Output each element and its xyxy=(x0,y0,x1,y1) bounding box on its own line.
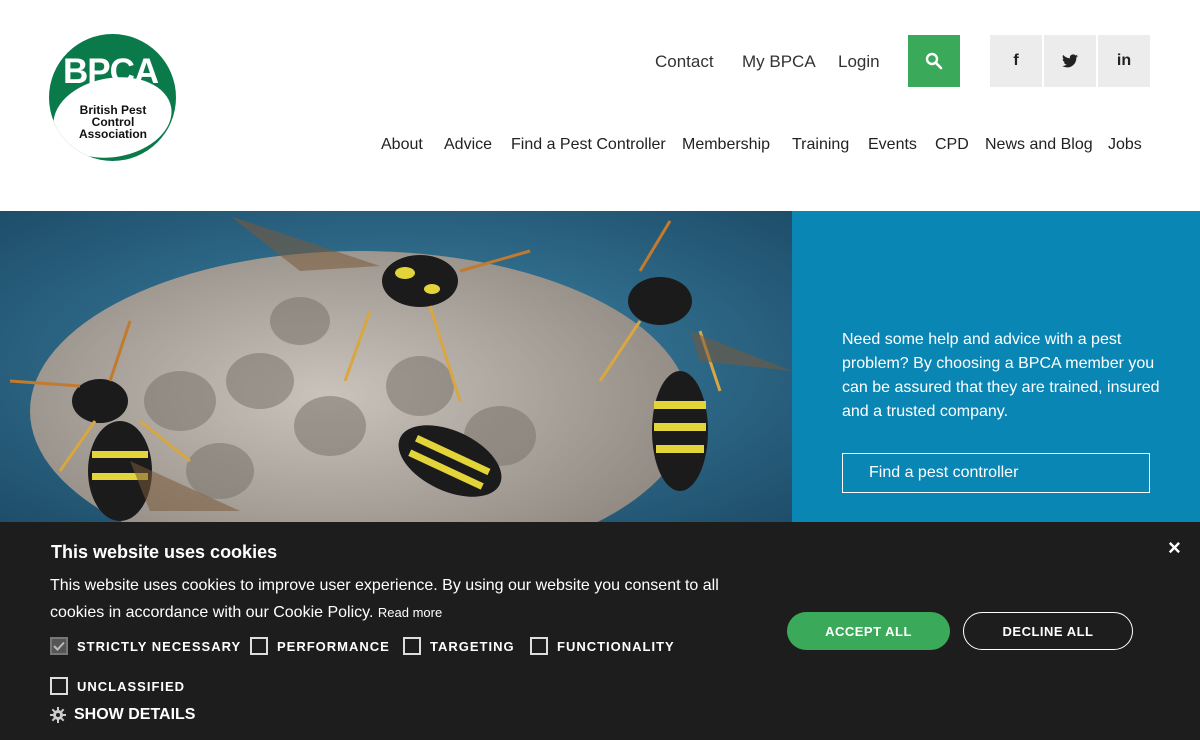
decline-all-button[interactable]: DECLINE ALL xyxy=(963,612,1133,650)
checkbox-targeting[interactable]: TARGETING xyxy=(403,637,515,655)
checkbox-box[interactable] xyxy=(530,637,548,655)
login-link[interactable]: Login xyxy=(838,52,880,72)
nav-training[interactable]: Training xyxy=(792,136,849,154)
twitter-icon xyxy=(1062,54,1078,68)
checkbox-box[interactable] xyxy=(50,677,68,695)
nav-events[interactable]: Events xyxy=(868,136,917,154)
close-icon[interactable]: × xyxy=(1168,535,1181,561)
checkbox-unclassified[interactable]: UNCLASSIFIED xyxy=(50,677,185,695)
checkbox-functionality[interactable]: FUNCTIONALITY xyxy=(530,637,675,655)
find-pest-controller-button[interactable]: Find a pest controller xyxy=(842,453,1150,493)
checkbox-label: STRICTLY NECESSARY xyxy=(77,638,242,654)
accept-all-button[interactable]: ACCEPT ALL xyxy=(787,612,950,650)
cookie-banner: This website uses cookies × This website… xyxy=(0,522,1200,740)
nav-about[interactable]: About xyxy=(381,136,423,154)
linkedin-button[interactable]: in xyxy=(1098,35,1150,87)
checkbox-box[interactable] xyxy=(250,637,268,655)
checkbox-label: FUNCTIONALITY xyxy=(557,638,675,654)
checkbox-label: PERFORMANCE xyxy=(277,638,390,654)
read-more-link[interactable]: Read more xyxy=(378,605,442,620)
nav-jobs[interactable]: Jobs xyxy=(1108,136,1142,154)
logo-subtitle: British Pest Control Association xyxy=(63,104,163,140)
facebook-icon: f xyxy=(1013,52,1019,69)
nav-advice[interactable]: Advice xyxy=(444,136,492,154)
bpca-logo[interactable]: BPCA British Pest Control Association xyxy=(49,34,176,161)
checkbox-performance[interactable]: PERFORMANCE xyxy=(250,637,390,655)
nav-cpd[interactable]: CPD xyxy=(935,136,969,154)
checkbox-label: UNCLASSIFIED xyxy=(77,678,186,694)
my-bpca-link[interactable]: My BPCA xyxy=(742,52,816,72)
logo-wordmark: BPCA xyxy=(63,52,159,91)
hero-text: Need some help and advice with a pest pr… xyxy=(842,331,1160,420)
checkbox-label: TARGETING xyxy=(430,638,515,654)
logo-line-3: Association xyxy=(78,127,147,141)
search-button[interactable] xyxy=(908,35,960,87)
cookie-description: This website uses cookies to improve use… xyxy=(50,572,770,626)
nav-news-and-blog[interactable]: News and Blog xyxy=(985,136,1093,154)
nav-membership[interactable]: Membership xyxy=(682,136,770,154)
search-icon xyxy=(925,52,943,70)
linkedin-icon: in xyxy=(1116,52,1132,69)
site-header: BPCA British Pest Control Association Co… xyxy=(0,0,1200,211)
contact-link[interactable]: Contact xyxy=(655,52,714,72)
wasp-nest-illustration xyxy=(0,211,792,522)
facebook-button[interactable]: f xyxy=(990,35,1042,87)
twitter-button[interactable] xyxy=(1044,35,1096,87)
show-details-label: SHOW DETAILS xyxy=(74,706,196,723)
gear-icon xyxy=(50,707,66,723)
hero-wasp-image xyxy=(0,211,792,522)
cookie-title: This website uses cookies xyxy=(51,542,278,562)
hero-promo-panel: Need some help and advice with a pest pr… xyxy=(792,211,1200,522)
checkmark-icon xyxy=(53,641,65,651)
checkbox-box[interactable] xyxy=(403,637,421,655)
checkbox-strictly-necessary[interactable]: STRICTLY NECESSARY xyxy=(50,637,241,655)
nav-find-pest-controller[interactable]: Find a Pest Controller xyxy=(511,136,666,154)
show-details-button[interactable]: SHOW DETAILS xyxy=(50,706,195,724)
checkbox-box[interactable] xyxy=(50,637,68,655)
